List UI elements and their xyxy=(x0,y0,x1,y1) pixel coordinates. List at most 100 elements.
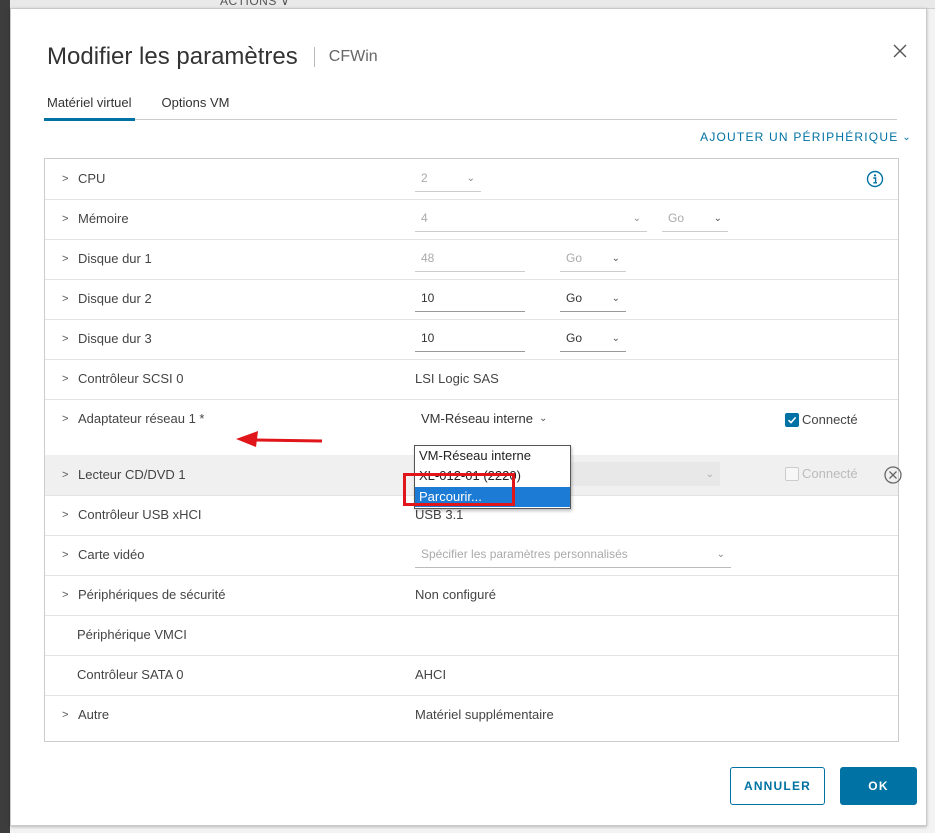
sata-controller-type: AHCI xyxy=(415,667,447,682)
cd-dvd-connected-checkbox[interactable]: Connecté xyxy=(785,466,858,481)
disk-3-unit-value: Go xyxy=(566,331,583,345)
chevron-down-icon: ⌄ xyxy=(902,131,912,143)
disk-1-size-input[interactable]: 48 xyxy=(415,245,525,272)
dialog-title: Modifier les paramètres xyxy=(47,43,298,70)
chevron-down-icon: ⌄ xyxy=(716,548,725,560)
network-option-internal[interactable]: VM-Réseau interne xyxy=(415,446,570,466)
disk-3-unit-select[interactable]: Go ⌄ xyxy=(560,325,626,352)
chevron-down-icon: ⌄ xyxy=(611,292,620,304)
disk-3-size-input[interactable]: 10 xyxy=(415,325,525,352)
scsi-controller-label: Contrôleur SCSI 0 xyxy=(78,371,184,386)
usb-controller-label: Contrôleur USB xHCI xyxy=(78,507,202,522)
add-device-button[interactable]: AJOUTER UN PÉRIPHÉRIQUE ⌄ xyxy=(700,130,912,144)
network-connected-label: Connecté xyxy=(802,412,858,427)
chevron-right-icon: > xyxy=(62,373,69,385)
disk-1-unit-value: Go xyxy=(566,251,583,265)
chevron-right-icon: > xyxy=(62,213,69,225)
cd-dvd-connected-label: Connecté xyxy=(802,466,858,481)
cd-dvd-label: Lecteur CD/DVD 1 xyxy=(78,467,186,482)
cpu-count-select[interactable]: 2 ⌄ xyxy=(415,165,481,192)
memory-size-value: 4 xyxy=(421,211,428,225)
ok-button[interactable]: OK xyxy=(840,767,917,805)
row-vmci-device: Périphérique VMCI xyxy=(45,615,898,656)
dialog-header: Modifier les paramètres CFWin xyxy=(47,37,378,77)
network-adapter-expander[interactable]: > Adaptateur réseau 1 * xyxy=(62,399,204,439)
memory-unit-select[interactable]: Go ⌄ xyxy=(662,205,728,232)
background-sidebar xyxy=(0,0,10,833)
chevron-right-icon: > xyxy=(62,413,69,425)
security-devices-status: Non configuré xyxy=(415,587,496,602)
video-card-settings-value: Spécifier les paramètres personnalisés xyxy=(421,547,628,561)
row-cpu: > CPU 2 ⌄ xyxy=(45,159,898,200)
row-disk-2: > Disque dur 2 10 Go ⌄ xyxy=(45,279,898,320)
network-connected-checkbox[interactable]: Connecté xyxy=(785,412,858,427)
usb-controller-expander[interactable]: > Contrôleur USB xHCI xyxy=(62,495,202,535)
network-adapter-label: Adaptateur réseau 1 * xyxy=(78,411,205,426)
memory-size-input[interactable]: 4 ⌄ xyxy=(415,205,647,232)
video-card-settings-select[interactable]: Spécifier les paramètres personnalisés ⌄ xyxy=(415,541,731,568)
highlight-annotation-box xyxy=(403,473,515,506)
video-card-label: Carte vidéo xyxy=(78,547,145,562)
disk-1-expander[interactable]: > Disque dur 1 xyxy=(62,239,152,279)
sata-controller-label: Contrôleur SATA 0 xyxy=(77,667,184,682)
chevron-right-icon: > xyxy=(62,589,69,601)
memory-label: Mémoire xyxy=(78,211,129,226)
remove-device-icon[interactable] xyxy=(883,465,903,485)
disk-1-unit-select[interactable]: Go ⌄ xyxy=(560,245,626,272)
scsi-controller-type: LSI Logic SAS xyxy=(415,371,499,386)
edit-settings-dialog: Modifier les paramètres CFWin Matériel v… xyxy=(10,8,927,826)
checkbox-checked-icon xyxy=(785,412,799,427)
chevron-right-icon: > xyxy=(62,173,69,185)
dialog-tabs: Matériel virtuel Options VM xyxy=(44,91,897,121)
security-devices-expander[interactable]: > Périphériques de sécurité xyxy=(62,575,225,615)
vmci-device-label: Périphérique VMCI xyxy=(77,627,187,642)
disk-2-size-value: 10 xyxy=(421,291,435,305)
chevron-down-icon: ⌄ xyxy=(466,172,475,184)
row-disk-1: > Disque dur 1 48 Go ⌄ xyxy=(45,239,898,280)
cpu-label: CPU xyxy=(78,171,106,186)
chevron-right-icon: > xyxy=(62,509,69,521)
row-sata-controller: Contrôleur SATA 0 AHCI xyxy=(45,655,898,696)
tab-virtual-hardware[interactable]: Matériel virtuel xyxy=(44,91,135,121)
network-select[interactable]: VM-Réseau interne ⌄ xyxy=(415,405,579,431)
scsi-controller-expander[interactable]: > Contrôleur SCSI 0 xyxy=(62,359,184,399)
row-video-card: > Carte vidéo Spécifier les paramètres p… xyxy=(45,535,898,576)
info-icon[interactable] xyxy=(866,170,884,188)
chevron-down-icon: ⌄ xyxy=(705,468,714,480)
disk-1-size-value: 48 xyxy=(421,251,435,265)
disk-1-label: Disque dur 1 xyxy=(78,251,152,266)
disk-2-label: Disque dur 2 xyxy=(78,291,152,306)
chevron-down-icon: ⌄ xyxy=(539,412,548,424)
video-card-expander[interactable]: > Carte vidéo xyxy=(62,535,144,575)
chevron-right-icon: > xyxy=(62,293,69,305)
memory-unit-value: Go xyxy=(668,211,685,225)
red-arrow-annotation xyxy=(236,431,323,447)
disk-2-unit-value: Go xyxy=(566,291,583,305)
other-label: Autre xyxy=(78,707,110,722)
close-button[interactable] xyxy=(888,39,912,63)
other-expander[interactable]: > Autre xyxy=(62,695,109,735)
checkbox-unchecked-icon xyxy=(785,466,799,481)
cd-dvd-expander[interactable]: > Lecteur CD/DVD 1 xyxy=(62,455,186,495)
chevron-down-icon: ⌄ xyxy=(611,252,620,264)
other-description: Matériel supplémentaire xyxy=(415,707,554,722)
cpu-expander[interactable]: > CPU xyxy=(62,159,105,199)
row-other: > Autre Matériel supplémentaire xyxy=(45,695,898,735)
tab-vm-options[interactable]: Options VM xyxy=(159,91,233,118)
cpu-count-value: 2 xyxy=(421,171,428,185)
disk-2-size-input[interactable]: 10 xyxy=(415,285,525,312)
chevron-down-icon: ⌄ xyxy=(713,212,722,224)
disk-3-expander[interactable]: > Disque dur 3 xyxy=(62,319,152,359)
cancel-button[interactable]: ANNULER xyxy=(730,767,825,805)
disk-3-size-value: 10 xyxy=(421,331,435,345)
row-security-devices: > Périphériques de sécurité Non configur… xyxy=(45,575,898,616)
chevron-right-icon: > xyxy=(62,333,69,345)
close-icon xyxy=(893,44,907,58)
security-devices-label: Périphériques de sécurité xyxy=(78,587,226,602)
disk-2-unit-select[interactable]: Go ⌄ xyxy=(560,285,626,312)
memory-expander[interactable]: > Mémoire xyxy=(62,199,129,239)
chevron-right-icon: > xyxy=(62,709,69,721)
disk-2-expander[interactable]: > Disque dur 2 xyxy=(62,279,152,319)
row-scsi-controller: > Contrôleur SCSI 0 LSI Logic SAS xyxy=(45,359,898,400)
title-divider xyxy=(313,47,315,67)
